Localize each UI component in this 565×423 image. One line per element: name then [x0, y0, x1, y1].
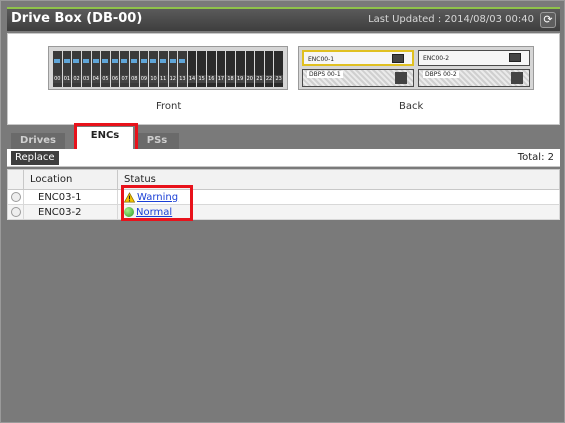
port-icon — [392, 54, 404, 63]
dbps-left-module: DBPS 00-1 — [302, 69, 414, 87]
dbps-left-label: DBPS 00-1 — [307, 71, 343, 78]
slot-number: 16 — [207, 75, 216, 83]
drive-led-icon — [92, 59, 99, 63]
table-header-row: Location Status — [7, 169, 560, 190]
row-radio-button[interactable] — [10, 191, 21, 202]
drive-led-icon — [140, 59, 147, 63]
tab-pss[interactable]: PSs — [135, 133, 179, 149]
port-icon — [509, 53, 521, 62]
toolbar: Replace Total: 2 — [7, 149, 560, 167]
slot-number: 13 — [178, 75, 187, 83]
slot-number: 01 — [62, 75, 72, 83]
title-bar: Drive Box (DB-00) Last Updated : 2014/08… — [7, 7, 560, 31]
power-connector-icon — [395, 72, 407, 84]
slot-number: 05 — [101, 75, 110, 83]
slot-number: 14 — [187, 75, 197, 83]
slot-number: 08 — [130, 75, 139, 83]
dbps-right-label: DBPS 00-2 — [423, 71, 459, 78]
drive-led-icon — [73, 59, 80, 63]
slot-number: 22 — [264, 75, 274, 83]
row-radio-button[interactable] — [10, 206, 21, 217]
table-row[interactable]: ENC03-1 Warning — [7, 189, 560, 205]
page-title: Drive Box (DB-00) — [11, 11, 143, 26]
location-cell: ENC03-1 — [23, 189, 118, 205]
refresh-icon[interactable]: ⟳ — [540, 12, 556, 28]
slot-number: 12 — [168, 75, 178, 83]
tab-bar: Drives ENCs PSs — [7, 123, 560, 155]
enc-left-label: ENC00-1 — [308, 56, 335, 63]
drive-led-icon — [111, 59, 118, 63]
slot-number: 07 — [120, 75, 129, 83]
slot-number: 17 — [216, 75, 226, 83]
slot-number: 15 — [197, 75, 206, 83]
enc-right-label: ENC00-2 — [423, 55, 450, 62]
drive-led-icon — [150, 59, 157, 63]
slot-number: 18 — [226, 75, 235, 83]
drive-led-icon — [102, 59, 109, 63]
back-enclosure-image: ENC00-1 ENC00-2 DBPS 00-1 DBPS 00-2 — [298, 46, 534, 90]
encs-table: Location Status ENC03-1 Warning ENC03-2 … — [7, 169, 560, 220]
drive-led-icon — [159, 59, 166, 63]
select-column-header — [7, 169, 24, 190]
enc-right-module[interactable]: ENC00-2 — [418, 50, 530, 66]
front-enclosure-image: 00 01 02 03 04 05 06 07 08 09 10 11 12 13 14 15 16 17 18 19… — [48, 46, 288, 90]
location-cell: ENC03-2 — [23, 204, 118, 220]
tab-drives[interactable]: Drives — [11, 133, 65, 149]
drive-led-icon — [63, 59, 70, 63]
back-label: Back — [399, 101, 424, 112]
drive-led-icon — [179, 59, 186, 63]
slot-number: 20 — [245, 75, 255, 83]
dbps-right-module: DBPS 00-2 — [418, 69, 530, 87]
slot-number: 19 — [235, 75, 245, 83]
enclosure-view: 00 01 02 03 04 05 06 07 08 09 10 11 12 13 14 15 16 17 18 19… — [7, 33, 560, 125]
drive-box-window: Drive Box (DB-00) Last Updated : 2014/08… — [0, 0, 565, 423]
status-highlight-box — [121, 185, 193, 221]
slot-number: 02 — [72, 75, 81, 83]
slot-number: 23 — [274, 75, 283, 83]
front-label: Front — [156, 101, 182, 112]
drive-led-icon — [82, 59, 89, 63]
drive-led-icon — [169, 59, 176, 63]
power-connector-icon — [511, 72, 523, 84]
total-count: Total: 2 — [517, 152, 554, 163]
slot-number: 00 — [53, 75, 62, 83]
slot-number: 03 — [81, 75, 91, 83]
slot-number: 04 — [91, 75, 101, 83]
encs-panel: Replace Total: 2 Location Status ENC03-1 — [7, 149, 560, 419]
drive-led-icon — [121, 59, 128, 63]
replace-button[interactable]: Replace — [11, 151, 59, 165]
table-row[interactable]: ENC03-2 Normal — [7, 204, 560, 220]
last-updated: Last Updated : 2014/08/03 00:40 — [368, 14, 534, 25]
column-header-location[interactable]: Location — [23, 169, 118, 190]
drive-led-icon — [131, 59, 137, 63]
enc-left-module[interactable]: ENC00-1 — [302, 50, 414, 66]
slot-number: 09 — [139, 75, 149, 83]
slot-number: 10 — [149, 75, 158, 83]
drive-led-icon — [54, 59, 60, 63]
slot-number: 11 — [158, 75, 168, 83]
slot-number: 06 — [110, 75, 120, 83]
slot-number: 21 — [255, 75, 264, 83]
